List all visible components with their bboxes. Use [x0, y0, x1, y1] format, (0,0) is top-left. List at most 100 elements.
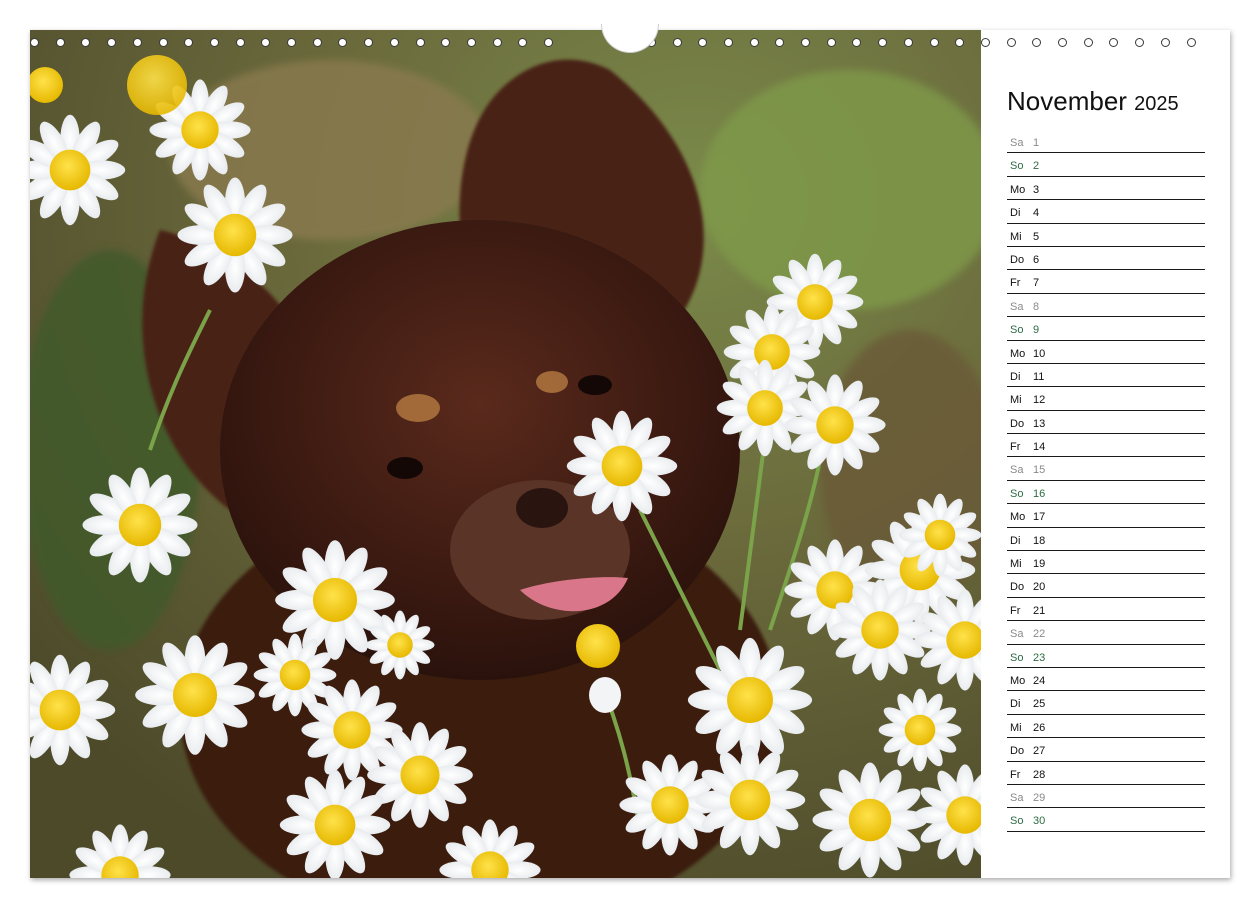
day-row: Mi 12 [1007, 387, 1205, 411]
calendar-panel: November 2025 Sa 1 So 2 Mo 3 Di 4 Mi 5 Do 6 Fr 7 Sa 8 So… [1007, 86, 1205, 832]
binding-hole-icon [364, 38, 374, 47]
binding-hole-icon [1083, 38, 1093, 47]
binding-hole-icon [209, 38, 219, 47]
weekday-label: Fr [1010, 277, 1021, 290]
weekday-label: Do [1010, 745, 1025, 758]
calendar-page: November 2025 Sa 1 So 2 Mo 3 Di 4 Mi 5 Do 6 Fr 7 Sa 8 So… [30, 24, 1230, 878]
day-row: Di 25 [1007, 691, 1205, 715]
binding-hole-icon [1058, 38, 1067, 47]
day-row: So 9 [1007, 317, 1205, 341]
day-number: 29 [1033, 791, 1046, 804]
binding-hole-icon [1160, 38, 1170, 47]
day-number: 21 [1033, 604, 1046, 617]
month-name: November [1007, 86, 1127, 116]
weekday-label: Sa [1010, 791, 1024, 804]
day-number: 22 [1033, 628, 1046, 641]
weekday-label: Mo [1010, 347, 1026, 360]
day-number: 14 [1033, 441, 1046, 454]
day-number: 7 [1033, 277, 1040, 290]
weekday-label: Mo [1010, 674, 1026, 687]
day-row: Do 20 [1007, 574, 1205, 598]
day-list: Sa 1 So 2 Mo 3 Di 4 Mi 5 Do 6 Fr 7 Sa 8 So 9 Mo 10 Di 11 Mi 12 D… [1007, 130, 1205, 832]
day-row: Mo 10 [1007, 341, 1205, 364]
binding-hole-icon [1186, 38, 1196, 47]
weekday-label: So [1010, 324, 1024, 337]
weekday-label: Fr [1010, 604, 1021, 617]
weekday-label: Di [1010, 207, 1021, 220]
weekday-label: Sa [1010, 137, 1024, 149]
day-row: Fr 7 [1007, 270, 1205, 294]
binding-hole-icon [415, 38, 425, 47]
day-number: 24 [1033, 674, 1046, 687]
weekday-label: Mi [1010, 394, 1022, 407]
weekday-label: Mi [1010, 721, 1022, 734]
day-row: Di 18 [1007, 528, 1205, 552]
weekday-label: So [1010, 487, 1024, 500]
day-row: Mo 17 [1007, 504, 1205, 528]
day-number: 1 [1033, 137, 1040, 149]
binding-hole-icon [235, 38, 245, 47]
binding-hole-icon [852, 38, 862, 47]
binding-hole-icon [878, 38, 888, 47]
day-row: Do 13 [1007, 411, 1205, 435]
day-number: 13 [1033, 417, 1046, 430]
binding-hole-icon [81, 38, 91, 47]
binding-hole-icon [903, 38, 913, 47]
day-row: Sa 29 [1007, 785, 1205, 809]
weekday-label: Do [1010, 253, 1025, 266]
day-number: 19 [1033, 558, 1046, 571]
day-number: 15 [1033, 464, 1046, 477]
weekday-label: Fr [1010, 768, 1021, 781]
day-number: 17 [1033, 511, 1046, 524]
weekday-label: Mo [1010, 183, 1026, 196]
day-row: Sa 22 [1007, 621, 1205, 645]
binding-hole-icon [544, 38, 553, 47]
day-number: 10 [1033, 347, 1046, 360]
day-row: Do 27 [1007, 738, 1205, 762]
binding-hole-icon [929, 38, 939, 47]
day-number: 12 [1033, 394, 1046, 407]
day-row: Fr 28 [1007, 762, 1205, 785]
day-row: So 2 [1007, 153, 1205, 177]
day-row: Sa 8 [1007, 294, 1205, 318]
day-number: 9 [1033, 324, 1040, 337]
binding-hole-icon [466, 38, 476, 47]
day-row: Mo 24 [1007, 668, 1205, 692]
day-row: Sa 15 [1007, 457, 1205, 481]
binding-hole-icon [441, 38, 451, 47]
binding-hole-icon [955, 38, 965, 47]
binding-hole-icon [55, 38, 65, 47]
binding-hole-icon [184, 38, 194, 47]
day-number: 28 [1033, 768, 1046, 781]
binding-hole-icon [30, 38, 39, 47]
day-number: 16 [1033, 487, 1046, 500]
day-number: 25 [1033, 698, 1046, 711]
binding-hole-icon [1006, 38, 1016, 47]
day-row: Mi 26 [1007, 715, 1205, 739]
day-number: 8 [1033, 300, 1040, 313]
binding-hole-icon [261, 38, 271, 47]
month-year: 2025 [1134, 93, 1179, 115]
day-number: 23 [1033, 651, 1046, 664]
weekday-label: Sa [1010, 300, 1024, 313]
day-number: 5 [1033, 230, 1040, 243]
weekday-label: Di [1010, 698, 1021, 711]
binding-hole-icon [698, 38, 708, 47]
binding-hole-icon [723, 38, 733, 47]
day-number: 20 [1033, 581, 1046, 594]
binding-hole-icon [389, 38, 399, 47]
weekday-label: Mi [1010, 230, 1022, 243]
day-number: 30 [1033, 815, 1046, 828]
day-row: So 16 [1007, 481, 1205, 505]
binding-hole-icon [672, 38, 682, 47]
day-number: 18 [1033, 534, 1046, 547]
day-number: 3 [1033, 183, 1040, 196]
binding-hole-icon [158, 38, 168, 47]
binding-hole-icon [1135, 38, 1145, 47]
binding-hole-icon [1032, 38, 1042, 47]
day-row: Mi 19 [1007, 551, 1205, 575]
weekday-label: So [1010, 815, 1024, 828]
binding-hole-icon [749, 38, 759, 47]
day-row: So 23 [1007, 645, 1205, 668]
weekday-label: Di [1010, 370, 1021, 383]
